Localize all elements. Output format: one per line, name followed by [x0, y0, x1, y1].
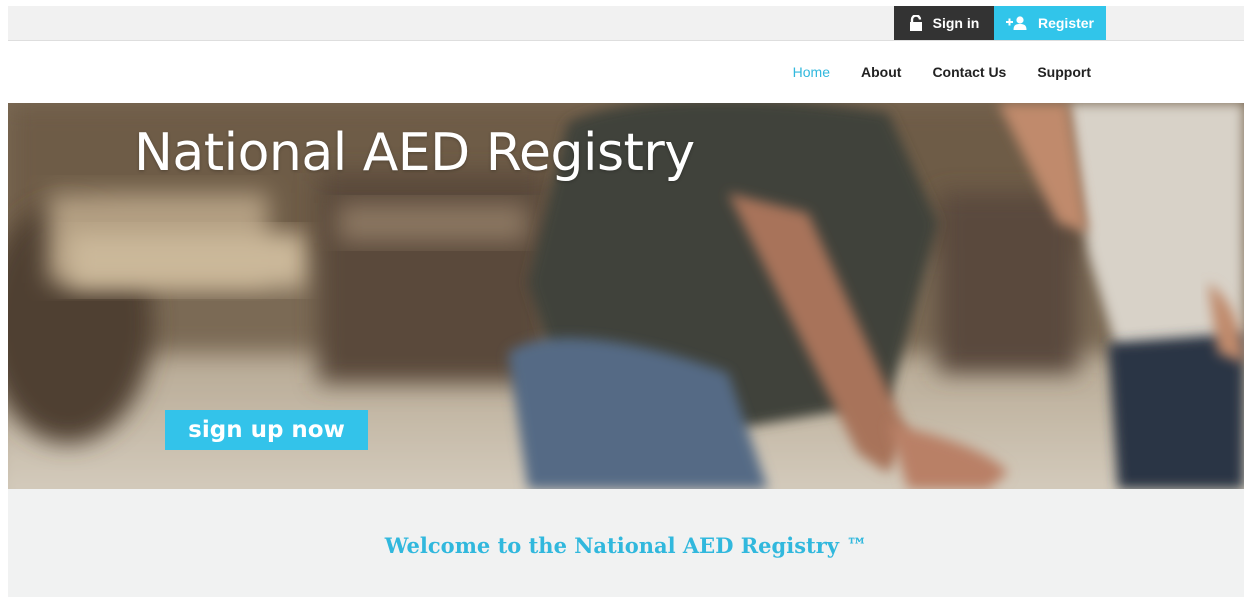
hero-banner: National AED Registry sign up now	[8, 103, 1244, 489]
register-label: Register	[1037, 15, 1095, 31]
nav-item-home[interactable]: Home	[793, 64, 830, 80]
sign-up-now-button[interactable]: sign up now	[165, 410, 368, 450]
sign-in-button[interactable]: Sign in	[894, 6, 994, 40]
nav-item-about[interactable]: About	[861, 64, 901, 80]
register-button[interactable]: Register	[994, 6, 1106, 40]
main-navbar: Home About Contact Us Support	[8, 41, 1244, 103]
sign-in-label: Sign in	[932, 15, 980, 31]
nav-item-support[interactable]: Support	[1037, 64, 1091, 80]
add-user-icon	[1005, 16, 1027, 30]
page: Sign in Register Home About Contact Us S…	[0, 0, 1244, 597]
auth-buttons: Sign in Register	[894, 6, 1106, 40]
nav-item-contact-us[interactable]: Contact Us	[932, 64, 1006, 80]
welcome-section: Welcome to the National AED Registry ™	[8, 489, 1244, 597]
top-utility-bar: Sign in Register	[8, 6, 1244, 41]
padlock-open-icon	[909, 15, 922, 31]
main-nav: Home About Contact Us Support	[762, 41, 1091, 103]
hero-title: National AED Registry	[134, 123, 695, 183]
welcome-heading: Welcome to the National AED Registry ™	[384, 533, 868, 558]
